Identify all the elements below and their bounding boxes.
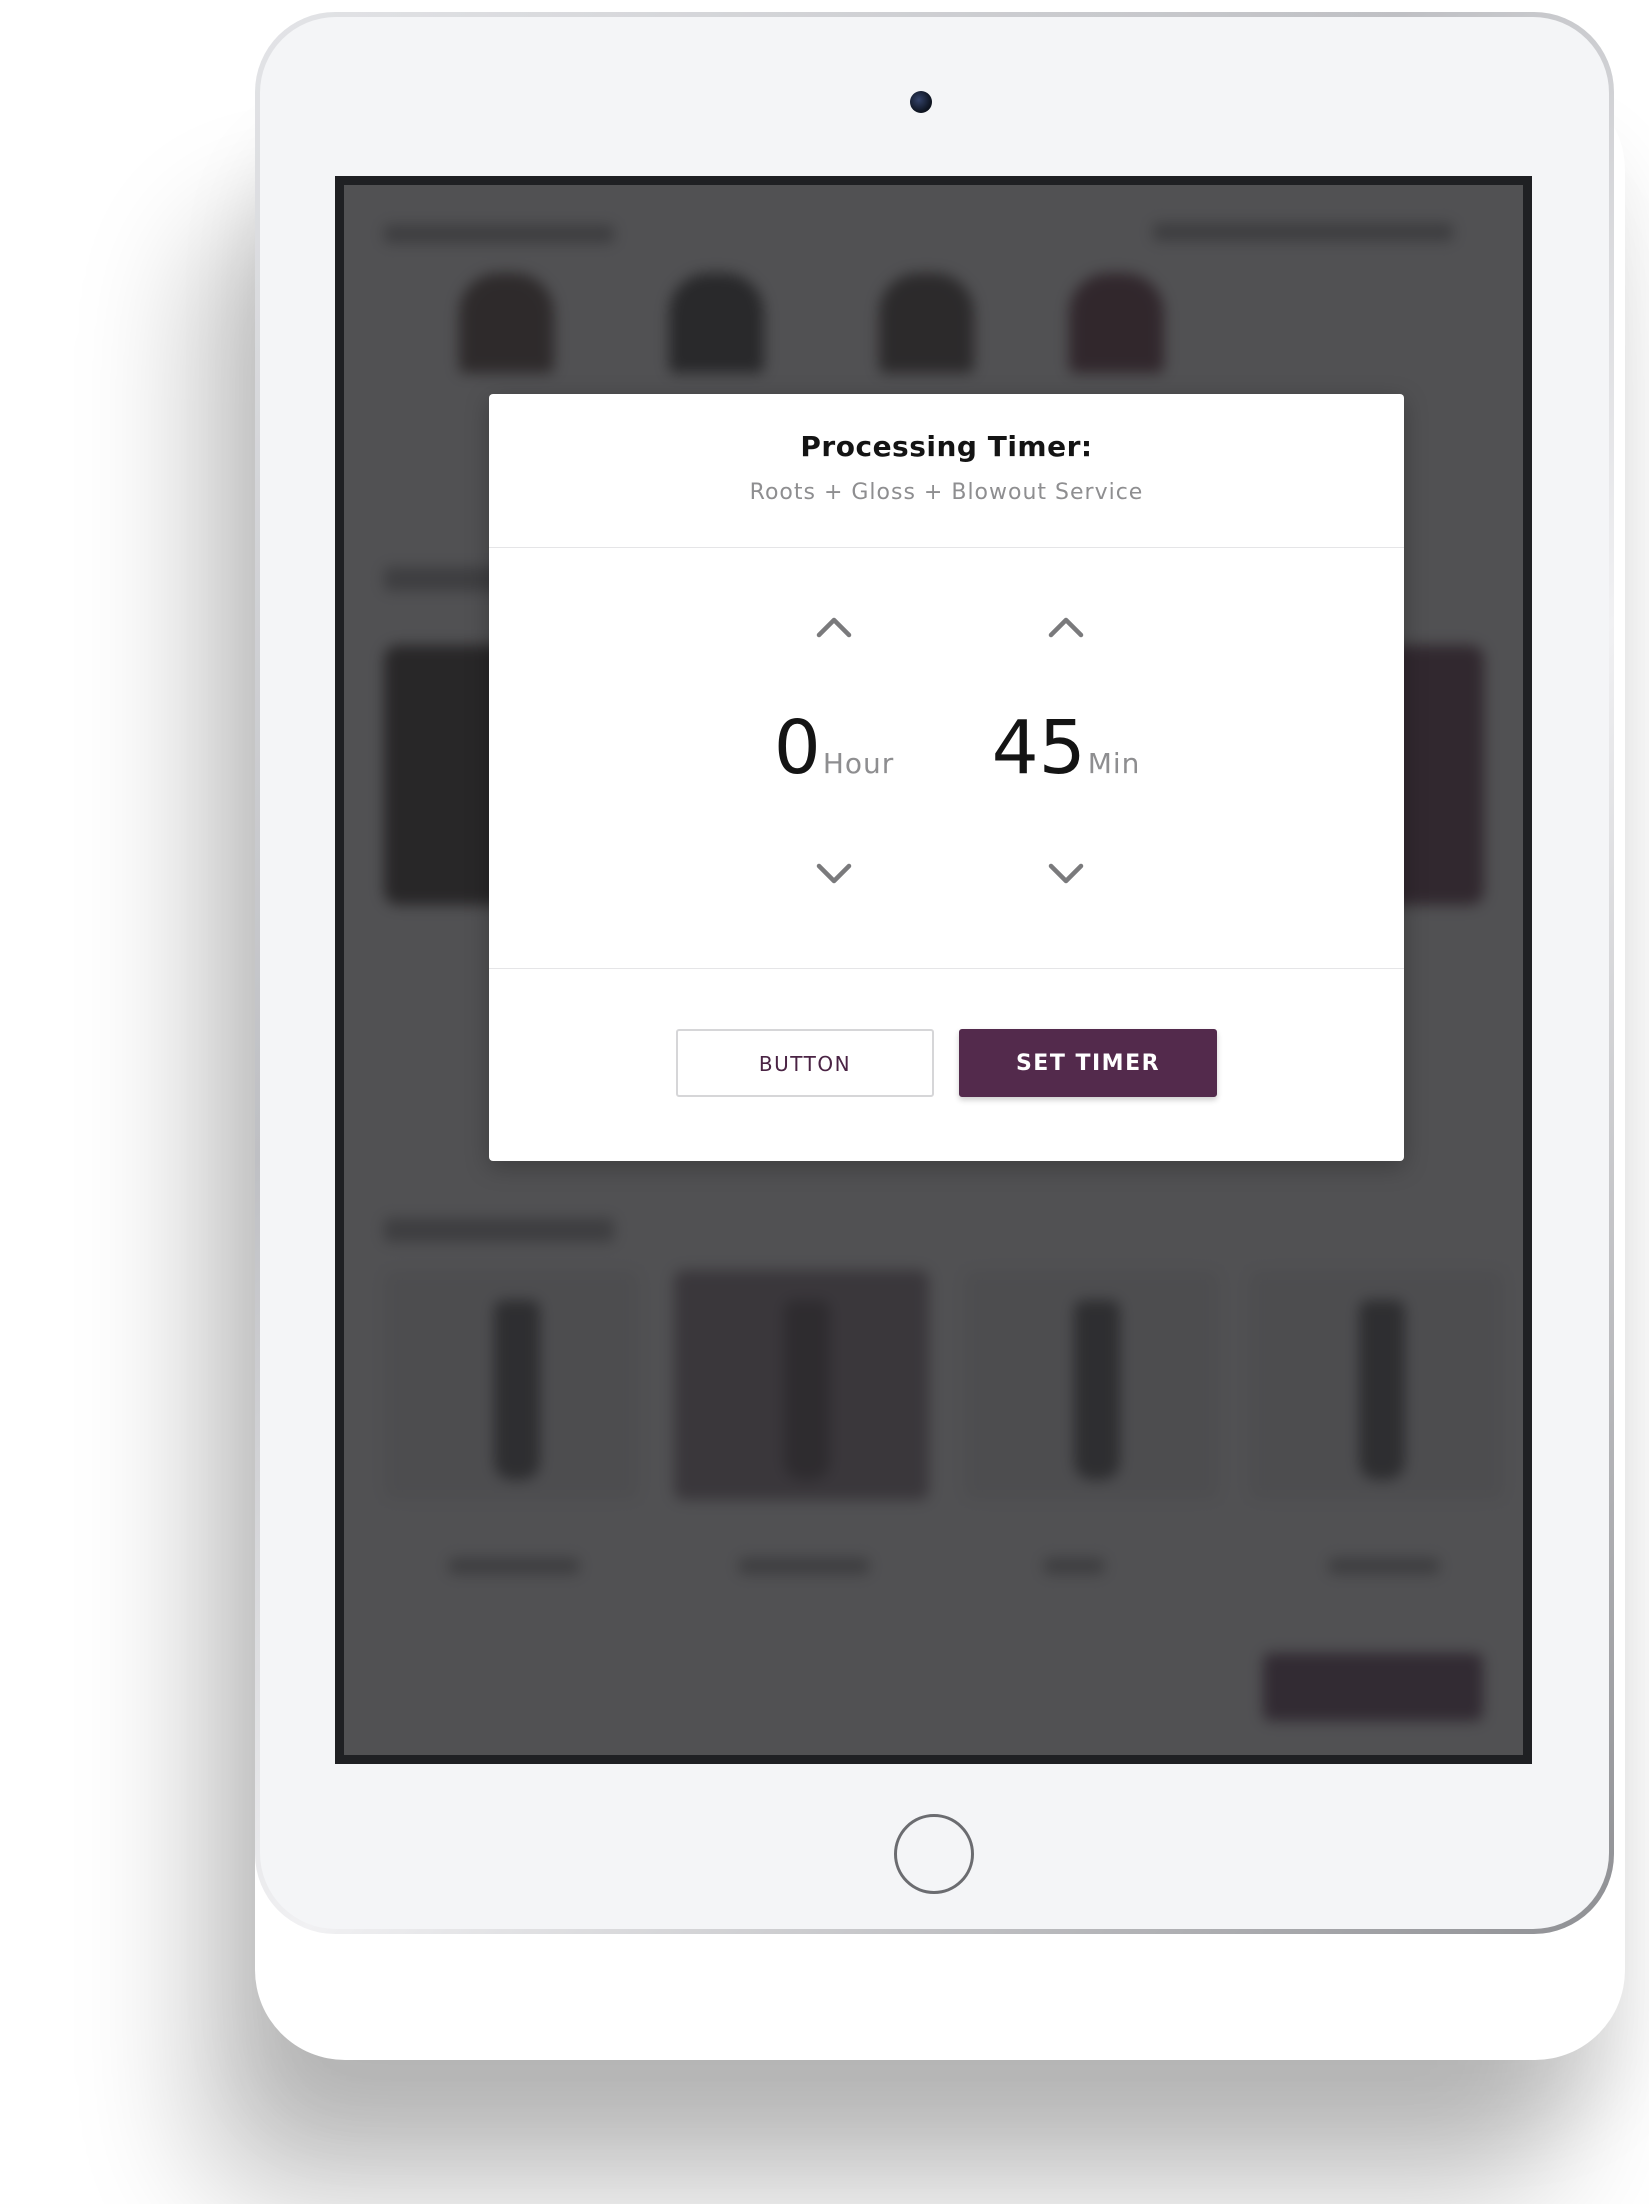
chevron-down-icon[interactable] bbox=[814, 859, 854, 889]
minutes-value-display: 45Min bbox=[956, 698, 1176, 798]
minutes-value[interactable]: 45 bbox=[992, 705, 1086, 791]
chevron-down-icon[interactable] bbox=[1046, 859, 1086, 889]
hours-unit-label: Hour bbox=[822, 747, 895, 780]
front-camera bbox=[910, 91, 932, 113]
minutes-unit-label: Min bbox=[1087, 747, 1141, 780]
chevron-up-icon[interactable] bbox=[1046, 611, 1086, 641]
home-button[interactable] bbox=[894, 1814, 974, 1894]
service-name: Roots + Gloss + Blowout Service bbox=[749, 480, 1144, 505]
timer-picker: 0Hour 45Min bbox=[489, 548, 1404, 969]
tablet-screen: Processing Timer: Roots + Gloss + Blowou… bbox=[335, 176, 1532, 1764]
hours-value-display: 0Hour bbox=[724, 698, 944, 798]
app-background: Processing Timer: Roots + Gloss + Blowou… bbox=[344, 185, 1523, 1755]
dialog-header: Processing Timer: Roots + Gloss + Blowou… bbox=[489, 394, 1404, 548]
chevron-up-icon[interactable] bbox=[814, 611, 854, 641]
secondary-button[interactable]: BUTTON bbox=[676, 1029, 934, 1097]
dialog-footer: BUTTON SET TIMER bbox=[489, 969, 1404, 1161]
hours-stepper: 0Hour bbox=[724, 548, 944, 969]
mockup-stage: Processing Timer: Roots + Gloss + Blowou… bbox=[0, 0, 1649, 2204]
set-timer-button[interactable]: SET TIMER bbox=[959, 1029, 1217, 1097]
processing-timer-dialog: Processing Timer: Roots + Gloss + Blowou… bbox=[489, 394, 1404, 1161]
minutes-stepper: 45Min bbox=[956, 548, 1176, 969]
dialog-title: Processing Timer: bbox=[800, 430, 1093, 463]
hours-value[interactable]: 0 bbox=[774, 705, 821, 791]
